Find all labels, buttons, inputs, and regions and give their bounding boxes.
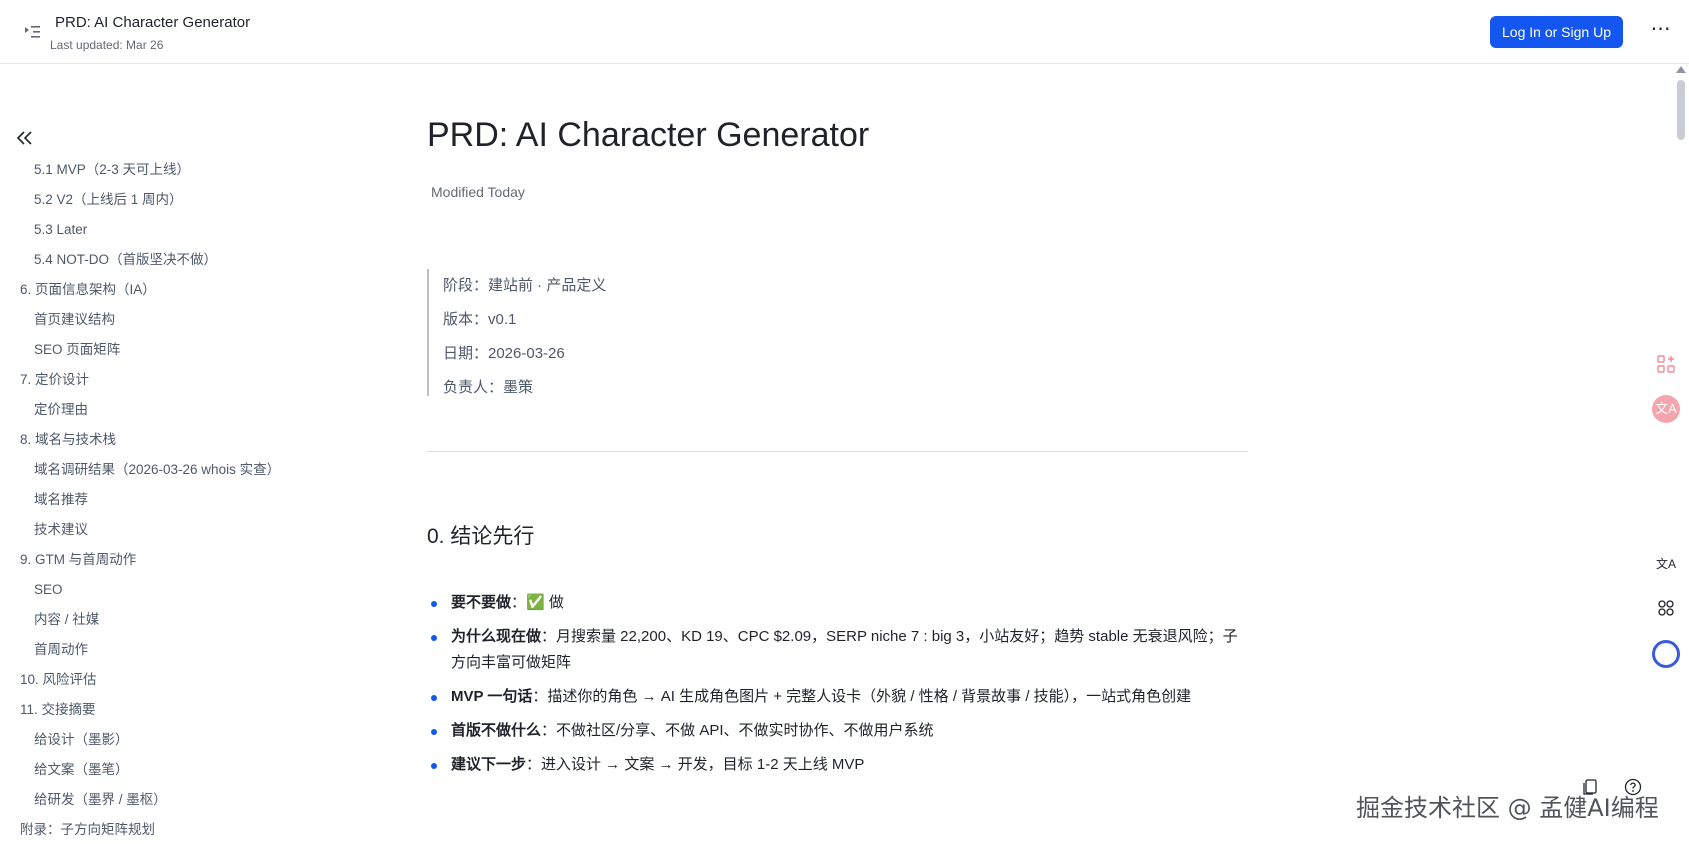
meta-owner: 负责人：墨策: [443, 379, 534, 396]
toc-item[interactable]: 给文案（墨笔）: [0, 755, 330, 785]
meta-quote-block: 阶段：建站前 · 产品定义 版本：v0.1 日期：2026-03-26 负责人：…: [427, 269, 827, 396]
list-item-label: 建议下一步: [451, 756, 527, 773]
toc-item[interactable]: 域名调研结果（2026-03-26 whois 实查）: [0, 455, 330, 485]
collapse-sidebar-icon[interactable]: [15, 128, 37, 150]
list-item-text: ：月搜索量 22,200、KD 19、CPC $2.09，SERP niche …: [451, 628, 1238, 671]
toc-item[interactable]: 5.3 Later: [0, 215, 330, 245]
list-item: 为什么现在做：月搜索量 22,200、KD 19、CPC $2.09，SERP …: [427, 624, 1247, 676]
toc-item[interactable]: 定价理由: [0, 395, 330, 425]
login-signup-button[interactable]: Log In or Sign Up: [1490, 16, 1623, 48]
list-item: 建议下一步：进入设计 → 文案 → 开发，目标 1-2 天上线 MVP: [427, 752, 1247, 778]
toc-item[interactable]: 给设计（墨影）: [0, 725, 330, 755]
divider: [427, 451, 1248, 452]
outline-toggle-icon[interactable]: [22, 22, 42, 42]
toc-item[interactable]: 9. GTM 与首周动作: [0, 545, 330, 575]
list-item: 首版不做什么：不做社区/分享、不做 API、不做实时协作、不做用户系统: [427, 718, 1247, 744]
list-item-label: 要不要做: [451, 594, 512, 611]
list-item-text: ：✅ 做: [511, 594, 564, 611]
apps-add-icon[interactable]: [1654, 352, 1678, 376]
doc-title: PRD: AI Character Generator: [55, 14, 251, 31]
toc-item[interactable]: 10. 风险评估: [0, 665, 330, 695]
meta-version: 版本：v0.1: [443, 311, 517, 328]
list-item: MVP 一句话：描述你的角色 → AI 生成角色图片 + 完整人设卡（外貌 / …: [427, 684, 1247, 710]
translate-icon[interactable]: 文A: [1652, 395, 1680, 423]
list-item-text: ：进入设计 → 文案 → 开发，目标 1-2 天上线 MVP: [526, 756, 865, 773]
toc-item[interactable]: SEO: [0, 575, 330, 605]
toc-item[interactable]: 11. 交接摘要: [0, 695, 330, 725]
toc-item[interactable]: 7. 定价设计: [0, 365, 330, 395]
list-item: 要不要做：✅ 做: [427, 590, 1247, 616]
watermark-text: 掘金技术社区 @ 孟健AI编程: [1356, 794, 1659, 822]
meta-stage: 阶段：建站前 · 产品定义: [443, 277, 607, 294]
toc-item[interactable]: 首页建议结构: [0, 305, 330, 335]
toc-item[interactable]: 内容 / 社媒: [0, 605, 330, 635]
meta-date: 日期：2026-03-26: [443, 345, 565, 362]
toc-item[interactable]: 5.2 V2（上线后 1 周内）: [0, 185, 330, 215]
toc-item[interactable]: 技术建议: [0, 515, 330, 545]
list-item-text: ：不做社区/分享、不做 API、不做实时协作、不做用户系统: [541, 722, 934, 739]
translate-small-icon[interactable]: 文A: [1654, 551, 1678, 575]
grid-icon[interactable]: [1654, 596, 1678, 620]
toc-item[interactable]: 给研发（墨界 / 墨枢）: [0, 785, 330, 815]
modified-status: Modified Today: [431, 184, 525, 200]
list-item-text: ：描述你的角色 → AI 生成角色图片 + 完整人设卡（外貌 / 性格 / 背景…: [532, 688, 1192, 705]
table-of-contents: 5.1 MVP（2-3 天可上线） 5.2 V2（上线后 1 周内） 5.3 Lat…: [0, 155, 330, 844]
list-item-label: 为什么现在做: [451, 628, 542, 645]
scrollbar-thumb[interactable]: [1677, 80, 1685, 140]
toc-item[interactable]: 6. 页面信息架构（IA）: [0, 275, 330, 305]
last-updated: Last updated: Mar 26: [50, 38, 164, 52]
top-bar: PRD: AI Character Generator Last updated…: [0, 0, 1689, 64]
more-options-icon[interactable]: ⋯: [1648, 18, 1674, 44]
toc-item[interactable]: 5.4 NOT-DO（首版坚决不做）: [0, 245, 330, 275]
list-item-label: 首版不做什么: [451, 722, 542, 739]
page-title: PRD: AI Character Generator: [427, 116, 870, 154]
scroll-up-arrow[interactable]: [1676, 66, 1686, 73]
toc-item[interactable]: 8. 域名与技术栈: [0, 425, 330, 455]
list-item-label: MVP 一句话: [451, 688, 533, 705]
ai-assistant-icon[interactable]: [1652, 640, 1680, 668]
toc-item[interactable]: SEO 页面矩阵: [0, 335, 330, 365]
toc-item[interactable]: 附录：子方向矩阵规划: [0, 815, 330, 844]
section-heading: 0. 结论先行: [427, 525, 535, 548]
conclusion-list: 要不要做：✅ 做 为什么现在做：月搜索量 22,200、KD 19、CPC $2…: [427, 590, 1247, 786]
toc-item[interactable]: 5.1 MVP（2-3 天可上线）: [0, 155, 330, 185]
toc-item[interactable]: 首周动作: [0, 635, 330, 665]
toc-item[interactable]: 域名推荐: [0, 485, 330, 515]
